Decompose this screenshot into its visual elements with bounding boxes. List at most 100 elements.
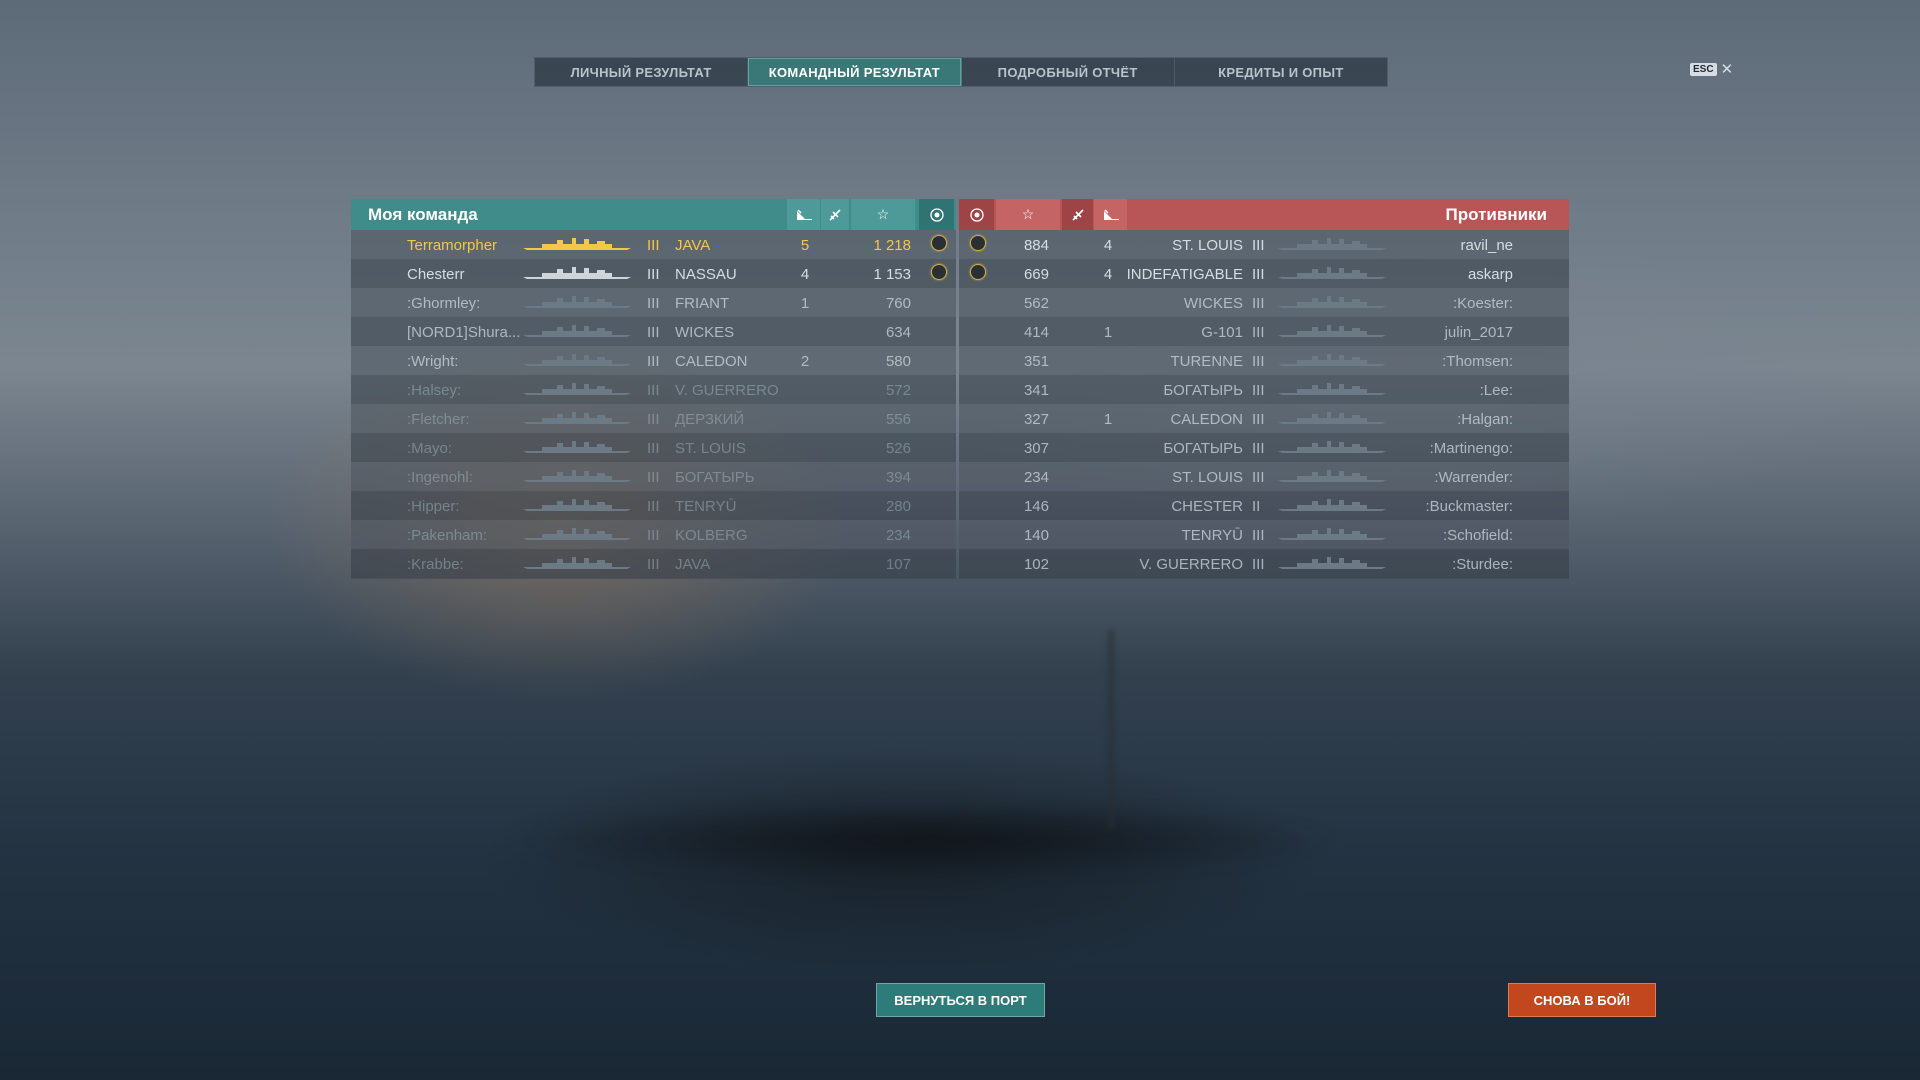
tab-bar: ЛИЧНЫЙ РЕЗУЛЬТАТ КОМАНДНЫЙ РЕЗУЛЬТАТ ПОД…: [534, 57, 1388, 87]
ship-tier: III: [647, 556, 660, 573]
ship-name: INDEFATIGABLE: [1126, 266, 1243, 283]
player-row[interactable]: 307 БОГАТЫРЬ III:Martinengo:: [959, 433, 1569, 462]
ship-tier: III: [647, 353, 660, 370]
player-row[interactable]: :Ingenohl: III БОГАТЫРЬ 394: [351, 462, 956, 491]
medal-icon: [931, 235, 947, 251]
ship-name: TURENNE: [1170, 353, 1243, 370]
ship-silhouette-icon: [1277, 353, 1387, 367]
ship-tier: III: [647, 411, 660, 428]
player-row[interactable]: :Mayo: III ST. LOUIS 526: [351, 433, 956, 462]
medal-icon: [970, 264, 986, 280]
player-row[interactable]: 341 БОГАТЫРЬ III:Lee:: [959, 375, 1569, 404]
player-row[interactable]: 884 4 ST. LOUIS III ravil_ne: [959, 230, 1569, 259]
plane-kill-icon[interactable]: [1062, 199, 1093, 230]
player-row[interactable]: :Pakenham: III KOLBERG 234: [351, 520, 956, 549]
ship-name: CALEDON: [1170, 411, 1243, 428]
ship-kill-icon[interactable]: [1094, 199, 1127, 230]
tab-personal-result[interactable]: ЛИЧНЫЙ РЕЗУЛЬТАТ: [535, 58, 749, 86]
ship-tier: III: [1252, 353, 1265, 370]
player-row[interactable]: :Fletcher: III ДЕРЗКИЙ 556: [351, 404, 956, 433]
ship-silhouette-icon: [522, 527, 632, 541]
ship-name: JAVA: [675, 556, 711, 573]
ship-name: V. GUERRERO: [675, 382, 779, 399]
player-row[interactable]: 562 WICKES III:Koester:: [959, 288, 1569, 317]
ship-silhouette-icon: [522, 266, 632, 280]
ship-name: WICKES: [1183, 295, 1243, 312]
medal-icon: [970, 235, 986, 251]
player-row[interactable]: Terramorpher III JAVA 5 1 218: [351, 230, 956, 259]
player-name: :Ingenohl:: [407, 469, 473, 486]
star-icon[interactable]: ☆: [851, 199, 915, 230]
base-xp: 394: [885, 469, 911, 486]
tab-team-result[interactable]: КОМАНДНЫЙ РЕЗУЛЬТАТ: [748, 58, 962, 86]
player-row[interactable]: Chesterr III NASSAU 4 1 153: [351, 259, 956, 288]
enemy-team-header: ☆ Противники: [959, 199, 1569, 230]
base-xp: 140: [1023, 527, 1049, 544]
player-row[interactable]: [NORD1]Shura... III WICKES 634: [351, 317, 956, 346]
player-name: ravil_ne: [1460, 237, 1513, 254]
player-row[interactable]: 327 1 CALEDON III:Halgan:: [959, 404, 1569, 433]
ship-silhouette-icon: [522, 237, 632, 251]
battle-again-button[interactable]: СНОВА В БОЙ!: [1508, 983, 1656, 1017]
player-name: :Sturdee:: [1452, 556, 1513, 573]
ship-tier: III: [647, 266, 660, 283]
tab-detailed-report[interactable]: ПОДРОБНЫЙ ОТЧЁТ: [962, 58, 1175, 86]
ship-tier: III: [1252, 556, 1265, 573]
ship-name: G-101: [1201, 324, 1243, 341]
kills-count: 4: [1103, 266, 1113, 283]
ship-silhouette-icon: [1277, 324, 1387, 338]
player-name: :Krabbe:: [407, 556, 464, 573]
base-xp: 414: [1023, 324, 1049, 341]
player-name: :Lee:: [1479, 382, 1513, 399]
medal-icon[interactable]: [919, 199, 954, 230]
player-name: :Pakenham:: [407, 527, 488, 544]
medal-icon[interactable]: [959, 199, 994, 230]
player-row[interactable]: :Halsey: III V. GUERRERO 572: [351, 375, 956, 404]
my-team-panel: Моя команда ☆ Terramorpher III JAVA 5 1 218 C…: [351, 199, 956, 579]
ship-tier: III: [647, 295, 660, 312]
player-row[interactable]: 234 ST. LOUIS III:Warrender:: [959, 462, 1569, 491]
base-xp: 526: [885, 440, 911, 457]
player-name: :Hipper:: [407, 498, 460, 515]
ship-silhouette-icon: [522, 440, 632, 454]
plane-kill-icon[interactable]: [821, 199, 849, 230]
kills-count: 4: [800, 266, 810, 283]
enemy-team-panel: ☆ Противники 884 4 ST. LOUIS III ravil_ne 669…: [959, 199, 1569, 579]
ship-tier: III: [647, 527, 660, 544]
medal-icon: [931, 264, 947, 280]
player-row[interactable]: 669 4 INDEFATIGABLE III askarp: [959, 259, 1569, 288]
ship-name: WICKES: [675, 324, 735, 341]
tab-credits-xp[interactable]: КРЕДИТЫ И ОПЫТ: [1175, 58, 1387, 86]
base-xp: 760: [885, 295, 911, 312]
ship-silhouette-icon: [1277, 382, 1387, 396]
player-row[interactable]: :Ghormley: III FRIANT 1 760: [351, 288, 956, 317]
ship-kill-icon[interactable]: [787, 199, 820, 230]
ship-silhouette-icon: [522, 353, 632, 367]
player-name: :Martinengo:: [1429, 440, 1513, 457]
player-name: :Mayo:: [407, 440, 453, 457]
close-button[interactable]: ESC ✕: [1690, 60, 1733, 78]
player-row[interactable]: 414 1 G-101 III julin_2017: [959, 317, 1569, 346]
star-icon[interactable]: ☆: [996, 199, 1060, 230]
enemy-team-title: Противники: [1445, 205, 1547, 224]
base-xp: 102: [1023, 556, 1049, 573]
player-row[interactable]: :Krabbe: III JAVA 107: [351, 549, 956, 578]
ship-name: JAVA: [675, 237, 711, 254]
player-row[interactable]: :Wright: III CALEDON 2 580: [351, 346, 956, 375]
return-to-port-button[interactable]: ВЕРНУТЬСЯ В ПОРТ: [876, 983, 1045, 1017]
base-xp: 669: [1023, 266, 1049, 283]
player-row[interactable]: 102 V. GUERRERO III:Sturdee:: [959, 549, 1569, 578]
player-row[interactable]: 140 TENRYŪ III:Schofield:: [959, 520, 1569, 549]
base-xp: 884: [1023, 237, 1049, 254]
background-mast: [1108, 630, 1114, 830]
ship-tier: III: [1252, 295, 1265, 312]
player-row[interactable]: 351 TURENNE III:Thomsen:: [959, 346, 1569, 375]
player-row[interactable]: 146 CHESTER II:Buckmaster:: [959, 491, 1569, 520]
kills-count: 1: [1103, 411, 1113, 428]
base-xp: 634: [885, 324, 911, 341]
ship-silhouette-icon: [522, 382, 632, 396]
ship-name: CALEDON: [675, 353, 748, 370]
my-team-header: Моя команда ☆: [351, 199, 956, 230]
player-row[interactable]: :Hipper: III TENRYŪ 280: [351, 491, 956, 520]
ship-silhouette-icon: [522, 324, 632, 338]
